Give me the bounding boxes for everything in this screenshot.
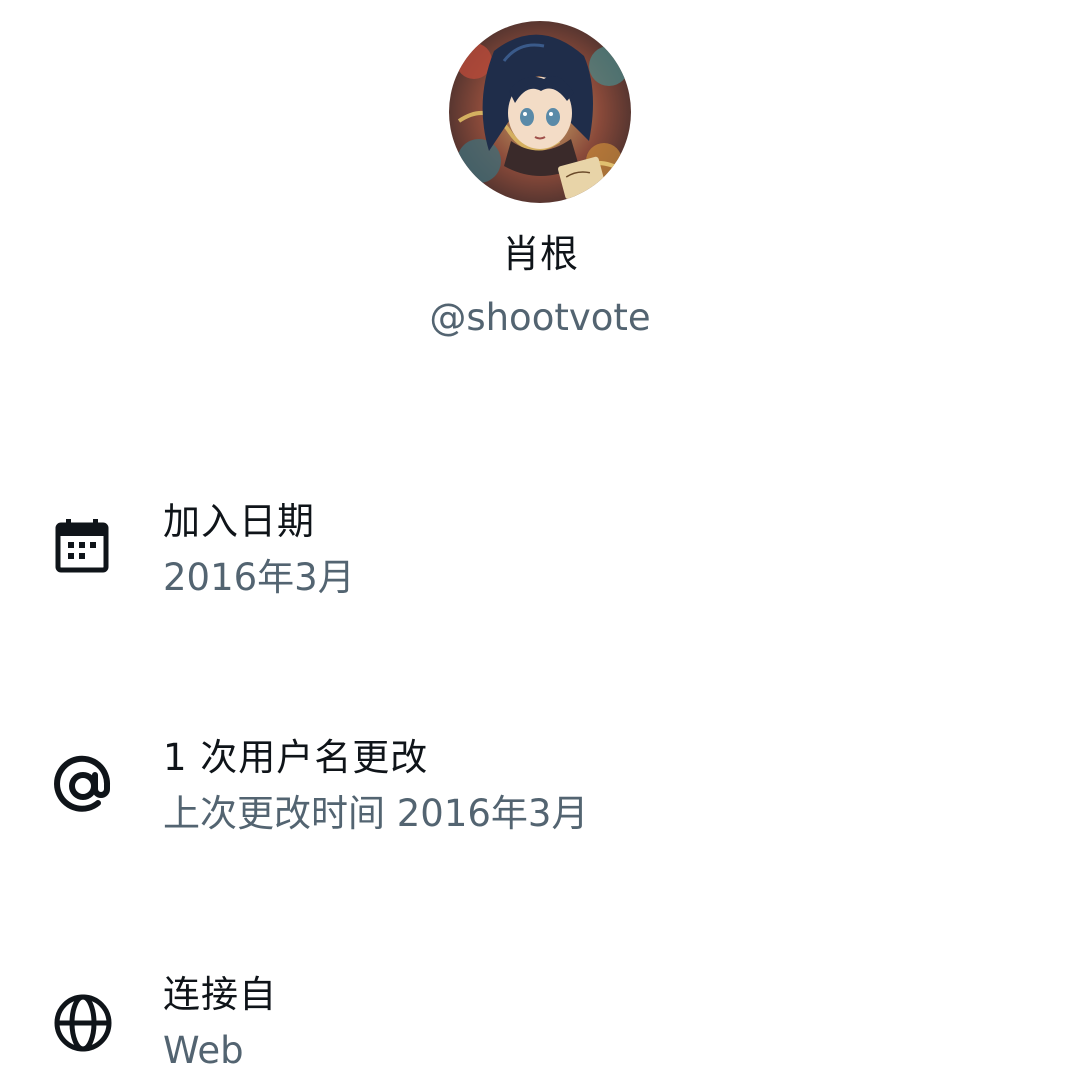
joined-date-label: 加入日期	[163, 500, 315, 543]
globe-icon	[52, 992, 114, 1054]
username-change-count: 1 次用户名更改	[163, 736, 429, 779]
at-sign-icon	[52, 755, 114, 817]
username-change-row: 1 次用户名更改 上次更改时间 2016年3月	[0, 733, 1080, 853]
anime-character-avatar-image	[449, 21, 631, 203]
connected-via-value: Web	[163, 1029, 244, 1072]
connected-via-label: 连接自	[163, 973, 277, 1016]
username-change-last: 上次更改时间 2016年3月	[163, 792, 589, 835]
username-handle: @shootvote	[429, 296, 651, 339]
avatar[interactable]	[449, 21, 631, 203]
joined-date-value: 2016年3月	[163, 556, 355, 599]
connected-via-row: 连接自 Web	[0, 970, 1080, 1090]
calendar-icon	[52, 516, 114, 578]
display-name: 肖根	[501, 232, 578, 276]
joined-date-row: 加入日期 2016年3月	[0, 497, 1080, 617]
